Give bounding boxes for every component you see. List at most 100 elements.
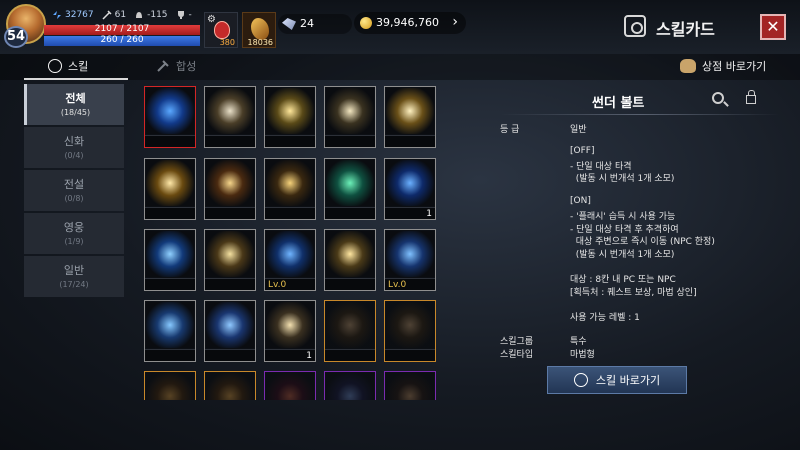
skill-card-footer: 1 bbox=[265, 349, 315, 361]
stat-power: 32767 bbox=[52, 10, 94, 20]
category-legend[interactable]: 전설 (0/8) bbox=[24, 170, 124, 211]
skill-card-footer bbox=[385, 349, 435, 361]
gear-icon[interactable]: ⚙ bbox=[207, 14, 216, 25]
skill-card-footer bbox=[205, 278, 255, 290]
skill-card[interactable] bbox=[324, 371, 376, 400]
scroll-quickslot[interactable]: 18036 bbox=[242, 12, 276, 48]
skill-art-icon bbox=[326, 88, 374, 134]
skill-card[interactable] bbox=[204, 371, 256, 400]
gem-currency: 24 bbox=[278, 14, 352, 34]
skill-art-icon bbox=[206, 302, 254, 348]
category-name: 전설 bbox=[63, 178, 85, 191]
skill-card[interactable] bbox=[264, 86, 316, 148]
skill-card[interactable] bbox=[264, 158, 316, 220]
skill-art-icon bbox=[326, 231, 374, 277]
skill-card[interactable] bbox=[204, 229, 256, 291]
description-line: (발동 시 번개석 1개 소모) bbox=[570, 174, 675, 185]
category-myth[interactable]: 신화 (0/4) bbox=[24, 127, 124, 168]
search-icon[interactable] bbox=[712, 92, 724, 104]
skill-card[interactable] bbox=[144, 86, 196, 148]
description-line: [획득처 : 퀘스트 보상, 마법 상인] bbox=[570, 287, 697, 298]
skill-card-footer bbox=[265, 207, 315, 219]
skill-card[interactable]: 1 bbox=[384, 158, 436, 220]
potion-quickslot[interactable]: ⚙ 380 bbox=[204, 12, 238, 48]
description-line: 대상 : 8칸 내 PC 또는 NPC bbox=[570, 275, 676, 285]
skill-card-level: Lv.0 bbox=[388, 280, 407, 290]
skill-card[interactable] bbox=[324, 86, 376, 148]
lock-icon[interactable] bbox=[746, 90, 756, 104]
skill-card[interactable] bbox=[324, 300, 376, 362]
category-normal[interactable]: 일반 (17/24) bbox=[24, 256, 124, 297]
skill-art-icon bbox=[326, 160, 374, 206]
skill-card-quantity: 1 bbox=[426, 209, 432, 219]
skill-card[interactable] bbox=[264, 371, 316, 400]
skill-art-icon bbox=[146, 231, 194, 277]
skill-art-icon bbox=[386, 160, 434, 206]
skill-card[interactable] bbox=[144, 371, 196, 400]
skill-card[interactable]: Lv.0 bbox=[264, 229, 316, 291]
wing-gem-icon bbox=[282, 18, 296, 30]
skill-card-footer: Lv.0 bbox=[265, 278, 315, 290]
shop-shortcut-link[interactable]: 상점 바로가기 bbox=[680, 58, 766, 74]
stat-defense-value: -115 bbox=[147, 10, 168, 20]
category-list: 전체 (18/45) 신화 (0/4) 전설 (0/8) 영웅 (1/9) 일반… bbox=[24, 84, 124, 299]
skill-art-icon bbox=[386, 231, 434, 277]
tab-combine[interactable]: 합성 bbox=[156, 58, 196, 74]
skill-art-icon bbox=[386, 302, 434, 348]
skill-card[interactable]: Lv.0 bbox=[384, 229, 436, 291]
skill-shortcut-button[interactable]: 스킬 바로가기 bbox=[547, 366, 687, 394]
skill-art-icon bbox=[266, 231, 314, 277]
skill-card[interactable]: 1 bbox=[264, 300, 316, 362]
skill-card[interactable] bbox=[384, 300, 436, 362]
hammer-icon bbox=[157, 60, 169, 72]
skill-card-footer bbox=[325, 349, 375, 361]
type-row: 스킬타입 마법형 bbox=[500, 347, 595, 360]
stat-attack: 61 bbox=[102, 10, 126, 20]
category-name: 전체 bbox=[65, 92, 86, 105]
active-tab-underline bbox=[24, 78, 128, 80]
skill-card[interactable] bbox=[204, 86, 256, 148]
grade-value: 일반 bbox=[570, 125, 587, 135]
skill-card[interactable] bbox=[204, 158, 256, 220]
scroll-count: 18036 bbox=[247, 38, 273, 47]
skill-card-footer bbox=[145, 349, 195, 361]
red-potion-icon bbox=[214, 21, 230, 39]
chevron-right-icon[interactable]: › bbox=[452, 14, 458, 30]
skill-card[interactable] bbox=[324, 158, 376, 220]
skill-card[interactable] bbox=[324, 229, 376, 291]
tab-skill[interactable]: 스킬 bbox=[48, 58, 88, 74]
skill-card[interactable] bbox=[144, 229, 196, 291]
category-name: 영웅 bbox=[63, 221, 85, 234]
skill-card-footer bbox=[205, 349, 255, 361]
category-name: 신화 bbox=[63, 135, 85, 148]
title-divider bbox=[500, 114, 780, 115]
category-count: (18/45) bbox=[60, 108, 91, 117]
scroll-item-icon bbox=[251, 18, 269, 40]
description-line: [OFF] bbox=[570, 146, 595, 156]
gold-currency[interactable]: 39,946,760 › bbox=[354, 12, 466, 34]
skill-art-icon bbox=[206, 373, 254, 400]
skill-card[interactable] bbox=[384, 86, 436, 148]
skill-art-icon bbox=[386, 373, 434, 400]
skill-card[interactable] bbox=[144, 158, 196, 220]
description-line: - 단일 대상 타격 bbox=[570, 161, 632, 172]
skill-name: 썬더 볼트 bbox=[592, 96, 645, 111]
skill-card[interactable] bbox=[204, 300, 256, 362]
tab-bar: 스킬 합성 상점 바로가기 bbox=[0, 54, 800, 80]
skill-card[interactable] bbox=[144, 300, 196, 362]
skill-art-icon bbox=[266, 302, 314, 348]
skill-card-icon bbox=[624, 15, 646, 37]
stat-attack-value: 61 bbox=[114, 10, 127, 20]
close-button[interactable]: ✕ bbox=[760, 14, 786, 40]
skill-card[interactable] bbox=[384, 371, 436, 400]
category-all[interactable]: 전체 (18/45) bbox=[24, 84, 124, 125]
trophy-icon bbox=[177, 11, 184, 19]
skill-swirl-icon bbox=[48, 59, 62, 73]
grade-label: 등 급 bbox=[500, 125, 520, 135]
skill-art-icon bbox=[326, 373, 374, 400]
description-line: [ON] bbox=[570, 196, 591, 207]
level-badge: 54 bbox=[4, 26, 28, 48]
category-hero[interactable]: 영웅 (1/9) bbox=[24, 213, 124, 254]
skill-art-icon bbox=[146, 88, 194, 134]
skill-art-icon bbox=[146, 302, 194, 348]
